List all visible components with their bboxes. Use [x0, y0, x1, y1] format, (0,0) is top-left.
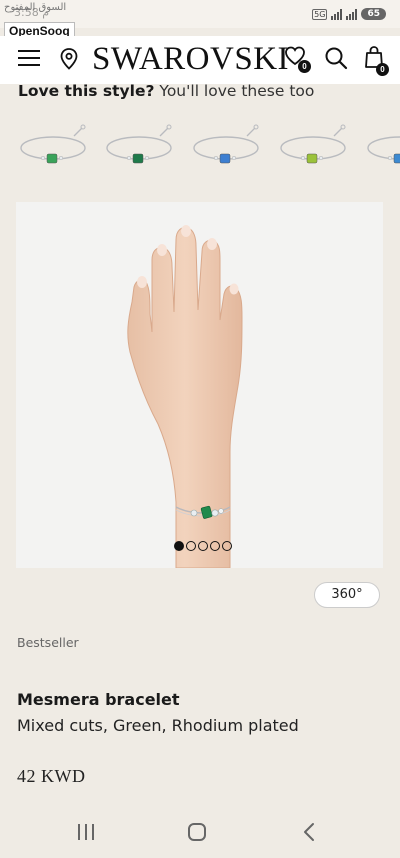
- search-icon[interactable]: [324, 46, 348, 70]
- wishlist-count-badge: 0: [298, 60, 311, 73]
- status-bar: السوق المفتوح OpenSooq 3:58 م 5G 65: [0, 0, 400, 40]
- bracelet-thumbnail-image: [367, 136, 400, 164]
- product-description: Mixed cuts, Green, Rhodium plated: [17, 716, 299, 735]
- signal-icon: [331, 8, 343, 20]
- system-nav-bar: [0, 808, 400, 858]
- bracelet-thumbnail-image: [106, 124, 172, 164]
- recommendations-title-bold: Love this style?: [18, 82, 155, 100]
- gallery-dot-1[interactable]: [174, 541, 184, 551]
- recommendations-title-rest: You'll love these too: [154, 82, 315, 100]
- recommended-product-3[interactable]: [189, 118, 269, 178]
- gallery-dot-3[interactable]: [198, 541, 208, 551]
- home-icon[interactable]: [188, 823, 206, 841]
- gallery-pagination: [174, 541, 232, 551]
- store-locator-icon[interactable]: [60, 48, 78, 70]
- product-name: Mesmera bracelet: [17, 690, 180, 709]
- product-image[interactable]: [16, 202, 383, 568]
- recommended-product-1[interactable]: [16, 118, 96, 178]
- site-header: SWAROVSKI 0 0: [0, 36, 400, 84]
- menu-icon[interactable]: [18, 50, 40, 66]
- recent-apps-icon[interactable]: [78, 824, 94, 840]
- gallery-dot-2[interactable]: [186, 541, 196, 551]
- bracelet-thumbnail-image: [20, 124, 86, 164]
- wishlist-button[interactable]: 0: [284, 46, 311, 73]
- bracelet-thumbnail-image: [193, 124, 259, 164]
- cart-button[interactable]: 0: [364, 45, 389, 76]
- cart-count-badge: 0: [376, 63, 389, 76]
- hand-with-bracelet-image: [127, 225, 243, 568]
- signal-icon-2: [346, 8, 358, 20]
- recommended-product-4[interactable]: [276, 118, 356, 178]
- gallery-dot-4[interactable]: [210, 541, 220, 551]
- network-label: 5G: [312, 8, 328, 20]
- recommendations-carousel[interactable]: [0, 118, 400, 178]
- brand-logo[interactable]: SWAROVSKI: [92, 41, 289, 78]
- product-price: 42 KWD: [17, 766, 86, 786]
- view-360-button[interactable]: 360°: [314, 582, 380, 608]
- bestseller-badge: Bestseller: [17, 635, 79, 650]
- back-icon[interactable]: [302, 821, 316, 843]
- recommendations-title: Love this style? You'll love these too: [18, 82, 314, 100]
- bracelet-thumbnail-image: [280, 124, 346, 164]
- battery-icon: 65: [361, 8, 386, 20]
- recommended-product-5[interactable]: [363, 118, 400, 178]
- status-time: 3:58 م: [14, 6, 50, 19]
- recommended-product-2[interactable]: [102, 118, 182, 178]
- system-icons: 5G 65: [312, 8, 386, 20]
- gallery-dot-5[interactable]: [222, 541, 232, 551]
